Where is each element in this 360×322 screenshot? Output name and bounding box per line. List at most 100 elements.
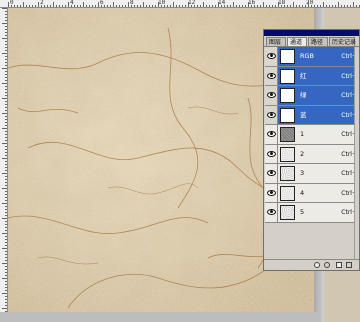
channel-name: 5 (300, 208, 305, 216)
channel-row-rgb[interactable]: RGB Ctrl+ (265, 47, 358, 67)
ruler-tick (293, 2, 294, 7)
ruler-tick (296, 5, 297, 7)
ruler-tick (2, 233, 7, 234)
ruler-tick (5, 62, 7, 63)
ruler-tick (65, 5, 66, 7)
ruler-tick (5, 224, 7, 225)
ruler-tick (122, 5, 123, 7)
ruler-tick (5, 185, 7, 186)
ruler-tick (224, 5, 225, 7)
ruler-tick (2, 113, 7, 114)
ruler-tick (5, 236, 7, 237)
ruler-tick (200, 5, 201, 7)
ruler-tick (287, 5, 288, 7)
channel-thumbnail (280, 166, 295, 181)
tab-layers[interactable]: 图层 (266, 37, 286, 46)
ruler-tick (5, 107, 7, 108)
ruler-tick (5, 179, 7, 180)
visibility-toggle[interactable] (265, 164, 278, 183)
ruler-tick (326, 5, 327, 7)
new-channel-icon[interactable] (336, 262, 342, 268)
ruler-tick (194, 5, 195, 7)
ruler-tick (14, 5, 15, 7)
channel-row-red[interactable]: 红 Ctrl+ (265, 66, 358, 86)
channel-thumbnail (280, 49, 295, 64)
ruler-tick (5, 167, 7, 168)
ruler-tick (5, 71, 7, 72)
ruler-tick (5, 272, 7, 273)
channel-row-alpha-2[interactable]: 2 Ctrl+ (265, 144, 358, 164)
channel-row-alpha-3[interactable]: 3 Ctrl+ (265, 164, 358, 184)
ruler-tick (143, 2, 144, 7)
ruler-tick (2, 308, 7, 309)
ruler-tick (35, 5, 36, 7)
ruler-tick (5, 146, 7, 147)
ruler-tick (2, 23, 7, 24)
ruler-tick (209, 5, 210, 7)
ruler-tick (5, 56, 7, 57)
ruler-tick (5, 269, 7, 270)
ruler-tick (86, 5, 87, 7)
channel-name: 3 (300, 169, 305, 177)
ruler-tick (5, 227, 7, 228)
ruler-tick (125, 5, 126, 7)
visibility-toggle[interactable] (265, 66, 278, 85)
ruler-tick (2, 68, 7, 69)
channel-row-alpha-1[interactable]: 1 Ctrl+ (265, 125, 358, 145)
ruler-tick (5, 44, 7, 45)
visibility-toggle[interactable] (265, 105, 278, 124)
ruler-tick (50, 5, 51, 7)
visibility-toggle[interactable] (265, 125, 278, 144)
channel-thumbnail (280, 88, 295, 103)
ruler-tick (167, 5, 168, 7)
eye-icon (266, 72, 276, 79)
ruler-tick (329, 5, 330, 7)
ruler-tick (242, 5, 243, 7)
channel-row-alpha-5[interactable]: 5 Ctrl+ (265, 203, 358, 223)
visibility-toggle[interactable] (265, 86, 278, 105)
ruler-tick (254, 5, 255, 7)
ruler-tick (5, 77, 7, 78)
tab-paths[interactable]: 路径 (308, 37, 328, 46)
visibility-toggle[interactable] (265, 144, 278, 163)
eye-icon (266, 53, 276, 60)
ruler-tick (5, 131, 7, 132)
ruler-tick (5, 149, 7, 150)
ruler-tick (5, 116, 7, 117)
tab-history[interactable]: 历史记录 (329, 37, 356, 46)
tab-channels[interactable]: 通道 (287, 37, 307, 46)
ruler-tick (5, 101, 7, 102)
ruler-tick (2, 278, 7, 279)
ruler-tick (140, 5, 141, 7)
ruler-tick (134, 5, 135, 7)
channel-row-green[interactable]: 绿 Ctrl+ (265, 86, 358, 106)
ruler-tick (158, 2, 159, 7)
channel-thumbnail (280, 107, 295, 123)
ruler-tick (350, 5, 351, 7)
ruler-tick (5, 305, 7, 306)
palette-scrollbar[interactable] (354, 47, 359, 259)
ruler-tick (74, 5, 75, 7)
ruler-tick (314, 5, 315, 7)
ruler-tick (17, 5, 18, 7)
channel-row-alpha-4[interactable]: 4 Ctrl+ (265, 183, 358, 203)
ruler-tick (32, 5, 33, 7)
ruler-tick (5, 176, 7, 177)
ruler-tick (215, 5, 216, 7)
load-selection-icon[interactable] (314, 262, 320, 268)
save-selection-icon[interactable] (324, 262, 330, 268)
ruler-tick (2, 38, 7, 39)
ruler-tick (161, 5, 162, 7)
ruler-tick (164, 5, 165, 7)
visibility-toggle[interactable] (265, 47, 278, 66)
ruler-tick (2, 83, 7, 84)
channel-name: 蓝 (300, 110, 307, 119)
visibility-toggle[interactable] (265, 183, 278, 202)
ruler-tick (5, 104, 7, 105)
visibility-toggle[interactable] (265, 203, 278, 222)
delete-channel-icon[interactable] (346, 262, 352, 268)
ruler-tick (260, 5, 261, 7)
ruler-tick (2, 248, 7, 249)
channel-row-blue[interactable]: 蓝 Ctrl+ (265, 105, 358, 125)
ruler-tick (5, 254, 7, 255)
